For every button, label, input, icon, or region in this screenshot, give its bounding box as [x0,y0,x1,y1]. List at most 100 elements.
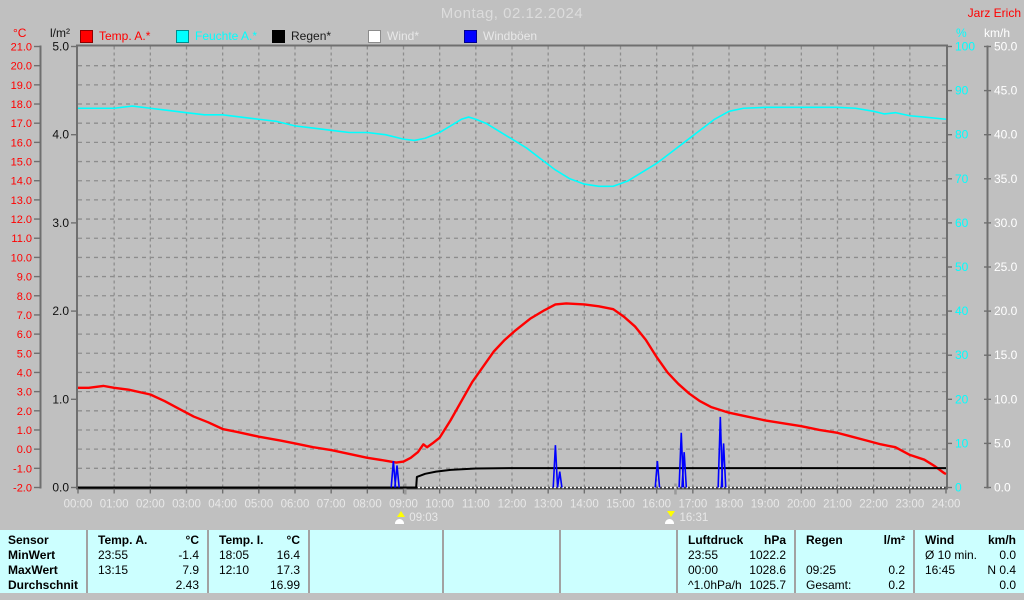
chart-region: Montag, 02.12.2024 Jarz Erich °C l/m² % … [0,0,1024,530]
stats-sensor-name: Temp. A. [98,533,148,547]
sunrise-marker: 09:03 [393,511,438,525]
stats-value-time: Ø 10 min. [925,548,978,562]
sunrise-icon [393,511,407,525]
wind-tick-label: 20.0 [994,304,1018,318]
stats-column-empty-2 [308,530,442,593]
humidity-tick-label: 30 [955,348,969,362]
stats-value: 7.9 [182,563,199,577]
stats-value: 17.3 [276,563,300,577]
wind-tick-label: 5.0 [994,436,1011,450]
sunrise-time: 09:03 [409,512,439,524]
stats-column-regen: Regen l/m² 09:25 0.2 Gesamt: 0.2 [794,530,913,593]
stats-value: 0.2 [888,563,905,577]
wind-tick-label: 15.0 [994,348,1018,362]
stats-value-time: Gesamt: [806,578,852,592]
series-windboeen-spike [552,445,559,488]
stats-sensor-name: Wind [925,533,955,547]
x-tick-label: 20:00 [787,499,816,511]
temp-tick-label: 8.0 [17,291,32,303]
temp-tick-label: 13.0 [11,195,32,207]
rain-tick-label: 3.0 [52,216,69,230]
sunset-marker: 16:31 [663,511,708,525]
series-windboeen-spike [654,460,661,488]
stats-value: N 0.4 [987,563,1016,577]
stats-column-tempa: Temp. A. °C 23:55 -1.4 13:15 7.9 2.43 [86,530,207,593]
stats-sensor-unit: hPa [763,533,786,547]
wind-tick-label: 10.0 [994,392,1018,406]
humidity-tick-label: 10 [955,436,969,450]
x-tick-label: 14:00 [570,499,599,511]
stats-column-empty-4 [559,530,676,593]
x-tick-label: 21:00 [823,499,852,511]
stats-value: 1025.7 [749,578,786,592]
wind-tick-label: 30.0 [994,216,1018,230]
rain-tick-label: 1.0 [52,392,69,406]
temp-tick-label: 2.0 [17,406,32,418]
temp-tick-label: 0.0 [17,444,32,456]
x-tick-label: 00:00 [64,499,93,511]
stats-column-luftdruck: Luftdruck hPa 23:55 1022.2 00:00 1028.6 ^1.0hP… [676,530,794,593]
x-tick-label: 08:00 [353,499,382,511]
temp-tick-label: 9.0 [17,272,32,284]
x-tick-label: 10:00 [425,499,454,511]
stats-sensor-name: Regen [806,533,843,547]
x-tick-label: 01:00 [100,499,129,511]
stats-row-label: MaxWert [8,563,58,577]
stats-value-time: 23:55 [688,548,719,562]
chart-plot: 21.0 20.0 19.0 18.0 17.0 16.0 15.0 14.0 13.0 12.0… [11,40,1018,511]
humidity-tick-label: 60 [955,216,969,230]
x-tick-label: 18:00 [715,499,744,511]
temp-tick-label: 19.0 [11,80,32,92]
wind-tick-label: 45.0 [994,84,1018,98]
stats-value-time: 18:05 [219,548,250,562]
weather-app-window: { "header": { "station": "Jarz Erich" },… [0,0,1024,600]
stats-value: -1.4 [178,548,199,562]
x-tick-label: 07:00 [317,499,346,511]
x-tick-label: 06:00 [281,499,310,511]
x-tick-label: 17:00 [678,499,707,511]
temp-tick-label: 6.0 [17,329,32,341]
stats-value: 1022.2 [749,548,786,562]
humidity-tick-label: 40 [955,304,969,318]
stats-sensor-unit: km/h [987,533,1016,547]
temp-tick-label: 12.0 [11,214,32,226]
sunset-icon [663,511,677,525]
temp-tick-label: 21.0 [11,42,32,54]
wind-tick-label: 0.0 [994,481,1011,495]
x-tick-label: 19:00 [751,499,780,511]
stats-sensor-unit: l/m² [883,533,905,547]
stats-row-label: MinWert [8,548,56,562]
stats-value: 16.4 [276,548,300,562]
humidity-tick-label: 70 [955,172,969,186]
wind-tick-label: 40.0 [994,128,1018,142]
x-tick-label: 15:00 [606,499,635,511]
temp-tick-label: 11.0 [11,233,32,245]
temp-tick-label: 10.0 [11,252,32,264]
stats-sensor-name: Temp. I. [219,533,264,547]
temp-tick-label: 20.0 [11,61,32,73]
temp-tick-label: 18.0 [11,99,32,111]
x-tick-label: 24:00 [932,499,961,511]
x-tick-label: 04:00 [208,499,237,511]
stats-column-tempi: Temp. I. °C 18:05 16.4 12:10 17.3 16.99 [207,530,308,593]
stats-row-label: Sensor [8,533,49,547]
x-tick-label: 02:00 [136,499,165,511]
page-footer [0,593,1024,600]
stats-row-labels-column: Sensor MinWert MaxWert Durchschnitt [0,530,86,593]
temp-tick-label: 15.0 [11,157,32,169]
x-tick-label: 11:00 [462,499,490,511]
series-windboeen-spike [556,471,563,488]
stats-value-time: 13:15 [98,563,129,577]
humidity-tick-label: 90 [955,84,969,98]
x-tick-label: 23:00 [895,499,924,511]
stats-value-time: ^1.0hPa/h [688,578,742,592]
temp-tick-label: 3.0 [17,387,32,399]
stats-value: 2.43 [175,578,199,592]
humidity-tick-label: 20 [955,392,969,406]
wind-tick-label: 35.0 [994,172,1018,186]
stats-value: 0.0 [999,578,1016,592]
humidity-tick-label: 100 [955,40,975,54]
temp-tick-label: -2.0 [13,483,32,495]
wind-tick-label: 25.0 [994,260,1018,274]
temp-tick-label: 1.0 [17,425,32,437]
